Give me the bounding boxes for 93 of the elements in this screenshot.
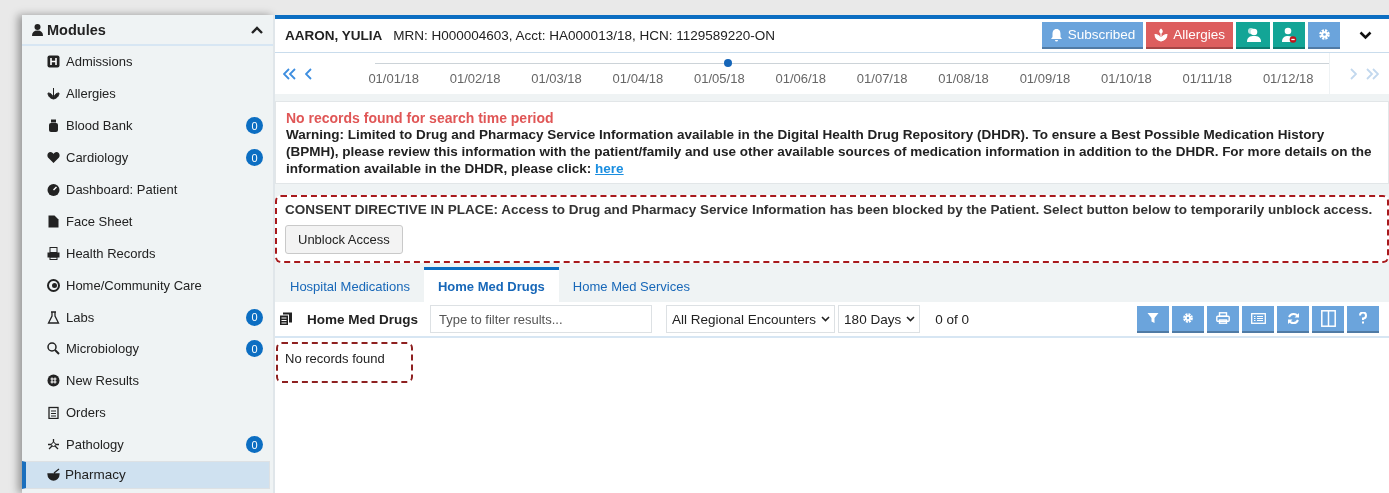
timeline-marker[interactable] [723, 59, 732, 67]
refresh-icon [1286, 311, 1300, 325]
mortar-icon [47, 468, 60, 482]
clipboard-icon [47, 406, 60, 420]
sidebar-item[interactable]: Cardiology 0 [22, 141, 273, 174]
timeline-date: 01/10/18 [1101, 71, 1152, 86]
person-remove-icon [1281, 26, 1297, 43]
hash-icon [47, 374, 60, 388]
timeline-date: 01/12/18 [1262, 71, 1314, 86]
timeline-date: 01/01/18 [368, 71, 419, 86]
tab[interactable]: Home Med Services [558, 267, 704, 302]
sidebar-item[interactable]: Home/Community Care [22, 269, 273, 302]
sidebar-item[interactable]: Face Sheet [22, 205, 273, 238]
list-button[interactable] [1242, 305, 1274, 333]
list-icon [1250, 312, 1266, 324]
patient-identifiers: MRN: H000004603, Acct: HA000013/18, HCN: 1129589220-ON [393, 28, 775, 43]
details-link[interactable]: here [595, 161, 624, 176]
tab[interactable]: Home Med Drugs [423, 267, 559, 302]
timeline-date: 01/09/18 [1019, 71, 1071, 86]
sidebar-item[interactable]: Labs 0 [22, 301, 273, 333]
patient-name: AARON, YULIA [285, 28, 383, 43]
help-button[interactable] [1347, 305, 1379, 333]
first-page-icon[interactable] [283, 67, 297, 80]
person-icon [32, 23, 43, 36]
filter-button[interactable] [1137, 305, 1169, 333]
empty-message: No records found [276, 342, 413, 383]
sidebar-item[interactable]: Pharmacy [22, 460, 270, 489]
sidebar-item[interactable]: Orders [22, 396, 273, 429]
count-badge: 0 [246, 340, 263, 358]
sidebar-title: Modules [47, 21, 106, 38]
timeline-date: 01/07/18 [856, 71, 908, 86]
unblock-button[interactable]: Unblock Access [285, 225, 403, 254]
warning-text: Warning: Limited to Drug and Pharmacy Service Information available in the Digital Health Drug Repository (DHDR). To ensure a Best Possible Medication History (BPMH), please review this information with the patient/family and use other available sources of medication information in addition to the DHDR. For more details on the information available in the DHDR, please click: here [286, 126, 1373, 177]
sidebar-item[interactable]: Pathology 0 [22, 428, 273, 461]
timeline-date: 01/11/18 [1182, 71, 1233, 86]
document-icon [47, 214, 60, 228]
sprout-icon [47, 87, 60, 101]
list-title: Home Med Drugs [307, 311, 418, 327]
help-icon [1359, 312, 1367, 324]
sidebar-item[interactable]: Health Records [22, 237, 273, 270]
bottle-icon [47, 119, 60, 133]
sprout-icon [1154, 27, 1169, 42]
timeline-date: 01/06/18 [775, 71, 827, 86]
count-badge: 0 [246, 117, 263, 135]
sidebar-item[interactable]: New Results [22, 364, 273, 397]
heart-icon [47, 151, 60, 165]
chevron-up-icon[interactable] [251, 25, 263, 34]
notice-title: No records found for search time period [286, 110, 555, 126]
print-icon [1216, 312, 1230, 324]
timeline-date: 01/02/18 [449, 71, 501, 86]
sidebar-item[interactable]: Allergies [22, 77, 273, 110]
people-icon [1244, 26, 1262, 43]
count-badge: 0 [246, 308, 263, 326]
timeline-date: 01/08/18 [938, 71, 989, 86]
sidebar-header[interactable]: Modules [22, 15, 273, 46]
person-remove-button[interactable] [1273, 22, 1305, 49]
count-badge: 0 [246, 436, 263, 454]
sidebar-item[interactable]: Microbiology 0 [22, 333, 273, 365]
documents-icon [279, 312, 293, 326]
timeline-date: 01/05/18 [694, 71, 745, 86]
bell-icon [1049, 27, 1063, 42]
magnifier-icon [47, 342, 60, 356]
filter-field[interactable]: Type to filter results... [430, 305, 652, 333]
flask-icon [47, 310, 60, 324]
people-button[interactable] [1236, 22, 1270, 49]
columns-icon [1320, 309, 1336, 327]
printer-icon [47, 246, 60, 260]
sidebar-item[interactable]: Dashboard: Patient [22, 173, 273, 206]
allergies-button[interactable]: Allergies [1146, 22, 1233, 49]
tab[interactable]: Hospital Medications [276, 267, 424, 302]
chevron-down-icon[interactable] [1359, 31, 1372, 40]
settings-button[interactable] [1172, 305, 1204, 333]
refresh-button[interactable] [1277, 305, 1309, 333]
result-count: 0 of 0 [935, 311, 969, 327]
previous-icon[interactable] [305, 67, 313, 80]
settings-icon [1182, 312, 1194, 324]
timeline-date: 01/03/18 [531, 71, 582, 86]
settings-icon [1317, 28, 1331, 41]
h-square-icon [47, 55, 60, 69]
caret-icon [906, 316, 916, 322]
settings-button[interactable] [1308, 22, 1340, 49]
period-dropdown[interactable]: 180 Days [838, 305, 921, 333]
sidebar-item[interactable]: Admissions [22, 46, 273, 78]
columns-button[interactable] [1312, 305, 1344, 333]
print-button[interactable] [1207, 305, 1239, 333]
count-badge: 0 [246, 149, 263, 167]
filter-icon [1147, 312, 1159, 324]
timeline-date: 01/04/18 [612, 71, 664, 86]
sidebar-item[interactable]: Blood Bank 0 [22, 109, 273, 142]
encounters-dropdown[interactable]: All Regional Encounters [666, 305, 836, 333]
consent-text: CONSENT DIRECTIVE IN PLACE: Access to Drug and Pharmacy Service Information has been blocked by the Patient. Select button below to temporarily unblock access. [285, 202, 1374, 217]
gauge-icon [47, 183, 60, 196]
caret-icon [821, 316, 831, 322]
